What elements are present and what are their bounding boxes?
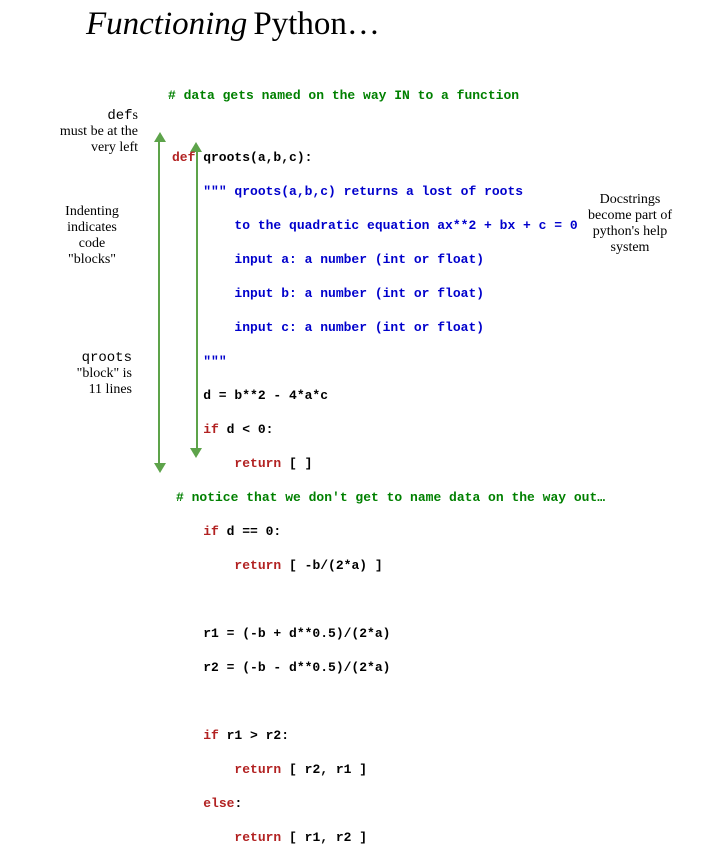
- annot-indent: Indenting indicates code "blocks": [52, 204, 132, 268]
- code-line: [172, 591, 578, 608]
- code-line: r1 = (-b + d**0.5)/(2*a): [172, 625, 578, 642]
- arrow-left-tall: [158, 140, 160, 465]
- comment-top: # data gets named on the way IN to a fun…: [168, 88, 519, 103]
- code-line: input c: a number (int or float): [172, 319, 578, 336]
- code-line: else:: [172, 795, 578, 812]
- comment-bottom: # notice that we don't get to name data …: [176, 490, 605, 505]
- code-line: if d < 0:: [172, 421, 578, 438]
- code-line: r2 = (-b - d**0.5)/(2*a): [172, 659, 578, 676]
- code-line: def qroots(a,b,c):: [172, 149, 578, 166]
- title-italic: Functioning: [86, 6, 247, 42]
- code-line: [172, 693, 578, 710]
- code-line: """ qroots(a,b,c) returns a lost of root…: [172, 183, 578, 200]
- annot-docstring: Docstrings become part of python's help …: [570, 192, 690, 256]
- code-line: return [ r1, r2 ]: [172, 829, 578, 846]
- title-rest: Python…: [253, 6, 380, 42]
- code-line: return [ r2, r1 ]: [172, 761, 578, 778]
- code-line: input a: a number (int or float): [172, 251, 578, 268]
- code-line: return [ ]: [172, 455, 578, 472]
- code-line: input b: a number (int or float): [172, 285, 578, 302]
- annot-qroots: qroots "block" is 11 lines: [52, 350, 132, 398]
- code-line: """: [172, 353, 578, 370]
- code-line: if r1 > r2:: [172, 727, 578, 744]
- code-line: to the quadratic equation ax**2 + bx + c…: [172, 217, 578, 234]
- slide-title: FunctioningPython…: [86, 6, 380, 43]
- code-line: if d == 0:: [172, 523, 578, 540]
- code-line: return [ -b/(2*a) ]: [172, 557, 578, 574]
- code-line: d = b**2 - 4*a*c: [172, 387, 578, 404]
- annot-defs: defs must be at the very left: [38, 108, 138, 156]
